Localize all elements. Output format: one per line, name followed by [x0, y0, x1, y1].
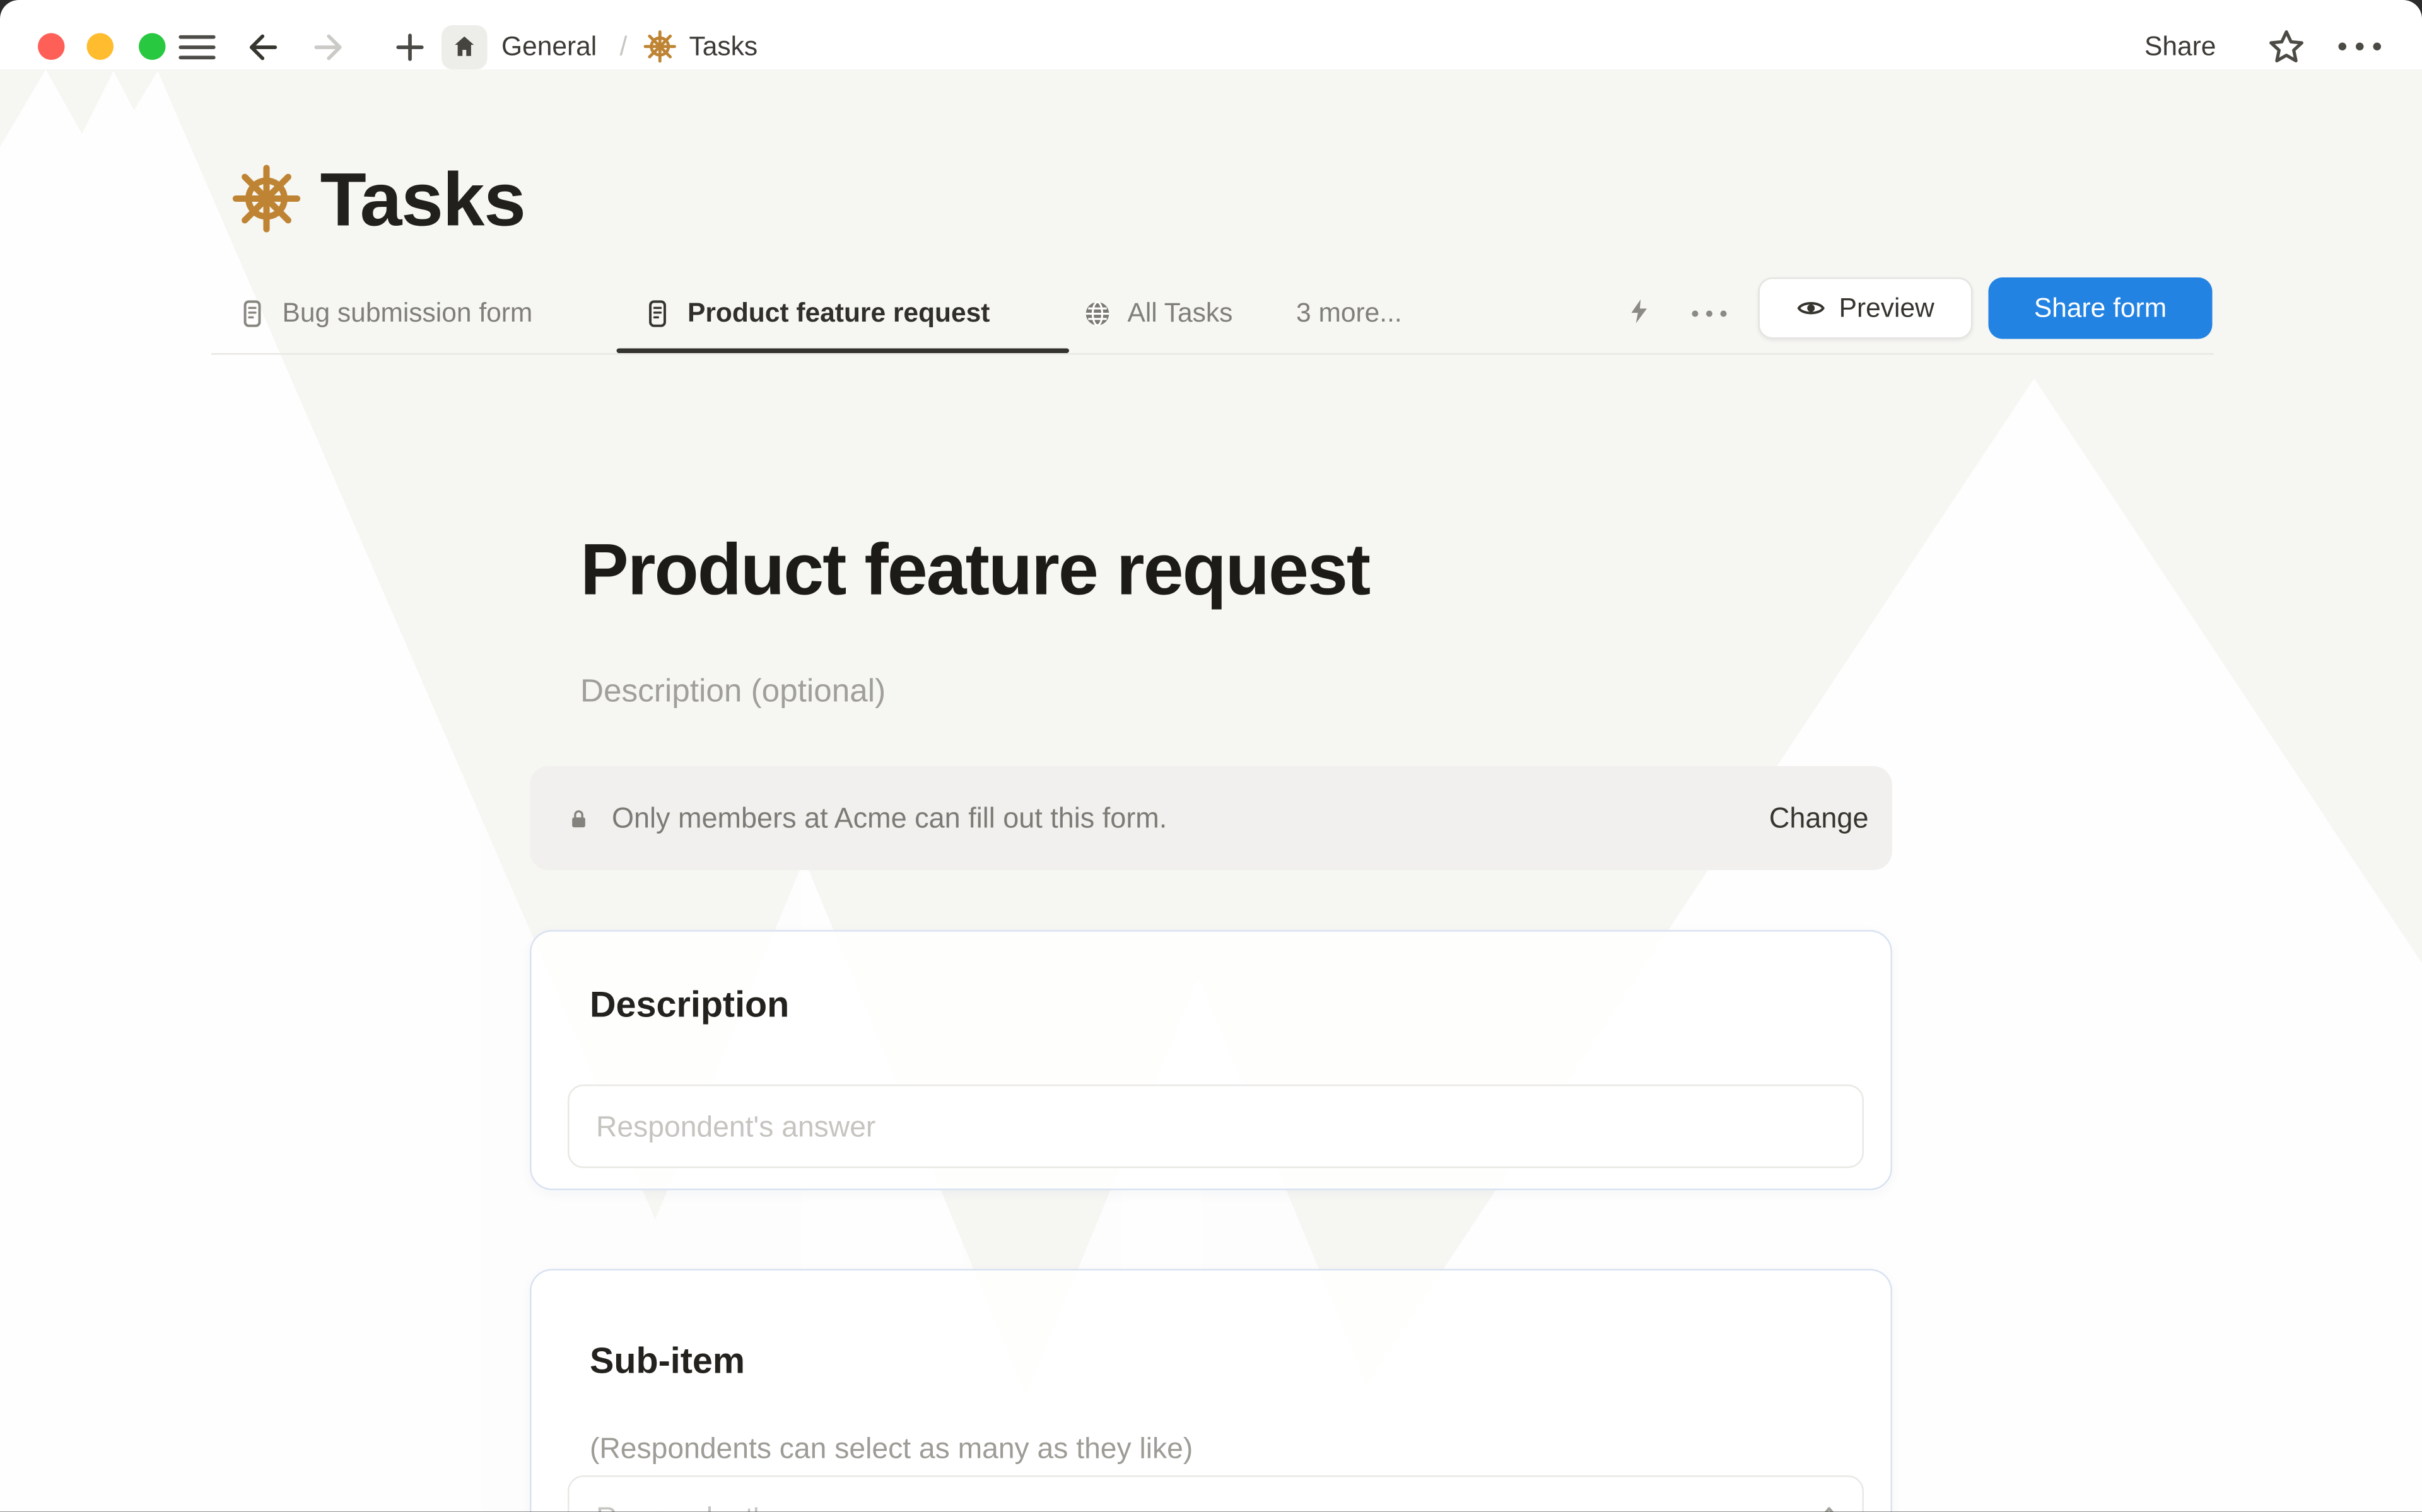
form-doc-icon	[237, 297, 268, 329]
eye-icon	[1796, 293, 1827, 323]
tab-label: All Tasks	[1128, 297, 1233, 329]
tabbar-divider	[211, 353, 2214, 355]
question-card-sub-item[interactable]: Sub-item (Respondents can select as many…	[530, 1269, 1892, 1512]
tab-label: Bug submission form	[283, 297, 533, 329]
tab-options-icon[interactable]	[1692, 308, 1727, 318]
tab-bug-submission-form[interactable]: Bug submission form	[211, 277, 558, 349]
share-form-button-label: Share form	[2034, 293, 2167, 324]
page-title: Tasks	[320, 158, 525, 245]
tab-all-tasks[interactable]: All Tasks	[1056, 277, 1258, 349]
home-icon	[451, 33, 478, 61]
breadcrumb-page[interactable]: Tasks	[689, 0, 758, 93]
form-description-placeholder[interactable]: Description (optional)	[580, 673, 886, 711]
preview-button-label: Preview	[1839, 293, 1934, 324]
answer-field-wrap	[568, 1085, 1864, 1168]
page-helm-icon-small	[643, 30, 677, 64]
chevron-up-icon[interactable]	[1816, 1499, 1842, 1512]
page-helm-icon[interactable]	[232, 164, 301, 233]
answer-field-wrap	[568, 1475, 1864, 1512]
question-title[interactable]: Description	[590, 984, 789, 1026]
favorite-star-icon[interactable]	[2266, 27, 2307, 68]
traffic-light-minimize-button[interactable]	[87, 33, 114, 61]
globe-icon	[1082, 297, 1113, 329]
automation-bolt-icon[interactable]	[1624, 296, 1654, 327]
tab-label: Product feature request	[687, 297, 990, 329]
more-options-icon[interactable]	[2339, 42, 2391, 51]
access-notice: Only members at Acme can fill out this f…	[530, 766, 1892, 870]
new-tab-plus-icon[interactable]	[390, 28, 428, 66]
back-arrow-icon[interactable]	[245, 28, 283, 66]
tab-product-feature-request[interactable]: Product feature request	[617, 277, 1015, 349]
lock-icon	[566, 805, 592, 832]
question-title[interactable]: Sub-item	[590, 1340, 745, 1383]
access-notice-change-button[interactable]: Change	[1769, 801, 1869, 835]
breadcrumb-workspace[interactable]: General	[501, 0, 597, 93]
sidebar-menu-icon[interactable]	[178, 28, 216, 66]
form-title[interactable]: Product feature request	[580, 526, 1369, 612]
share-form-button[interactable]: Share form	[1989, 277, 2213, 339]
traffic-light-close-button[interactable]	[37, 33, 64, 61]
traffic-light-zoom-button[interactable]	[138, 33, 165, 61]
question-hint: (Respondents can select as many as they …	[590, 1431, 1193, 1466]
active-tab-underline	[617, 347, 1070, 353]
preview-button[interactable]: Preview	[1758, 277, 1973, 339]
access-notice-message: Only members at Acme can fill out this f…	[612, 801, 1769, 835]
answer-input[interactable]	[568, 1085, 1864, 1168]
breadcrumb-separator: /	[620, 0, 628, 93]
app-window: General / Tasks Share	[0, 0, 2422, 1512]
form-doc-icon	[642, 297, 674, 329]
window-toolbar: General / Tasks Share	[0, 0, 2422, 69]
home-button[interactable]	[442, 25, 488, 69]
forward-arrow-icon[interactable]	[309, 28, 347, 66]
answer-input[interactable]	[568, 1475, 1864, 1512]
question-card-description[interactable]: Description	[530, 930, 1892, 1190]
share-button[interactable]: Share	[2144, 0, 2216, 93]
more-tabs-button[interactable]: 3 more...	[1296, 277, 1402, 349]
